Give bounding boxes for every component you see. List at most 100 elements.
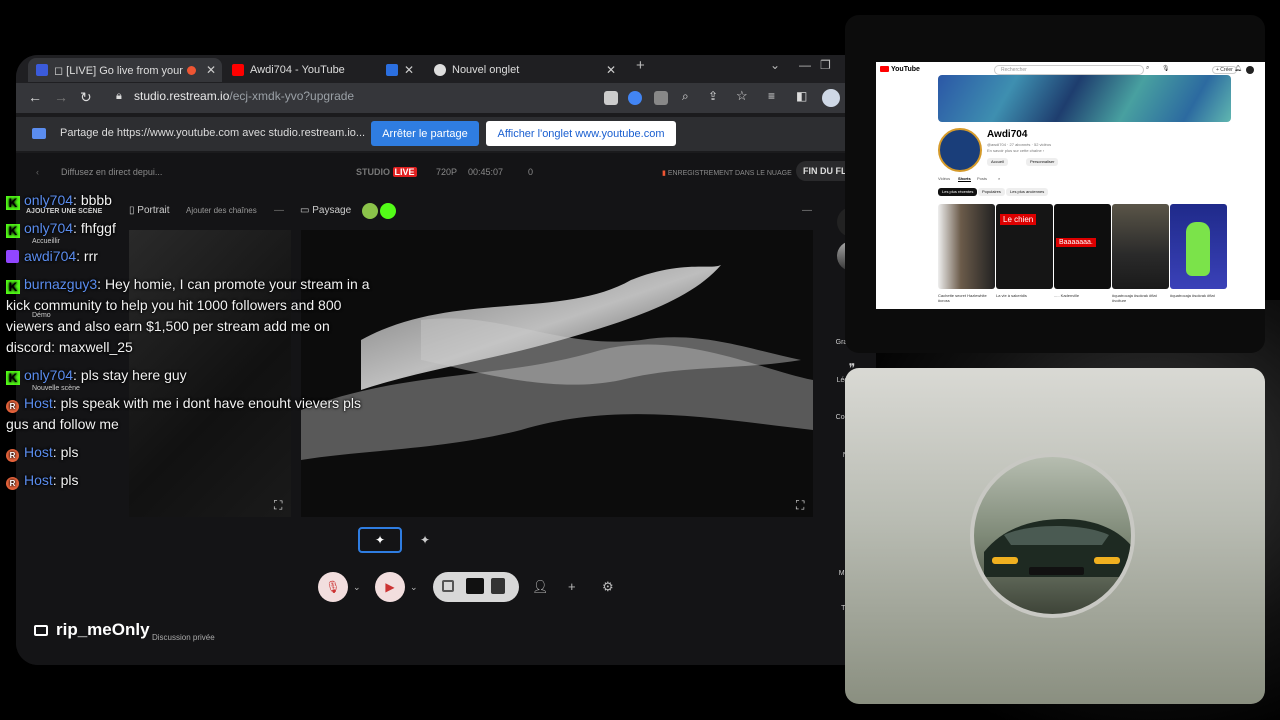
short-caption: #quatrocaja #sokrak #fiat (1170, 293, 1215, 298)
channel-tab-shorts[interactable]: Shorts (958, 176, 971, 182)
url-field[interactable]: studio.restream.io/ecj-xmdk-yvo?upgrade (134, 89, 354, 103)
chat-username: only704 (24, 367, 74, 383)
share-icon[interactable]: ⇪ (708, 89, 718, 103)
screen-share-icon[interactable] (442, 580, 454, 592)
new-tab-icon[interactable]: + (636, 57, 645, 74)
add-scene-icon[interactable]: ✦ (420, 533, 430, 547)
camera-icon[interactable] (604, 91, 618, 105)
chat-username: burnazguy3 (24, 276, 98, 292)
tab-youtube[interactable]: Awdi704 - YouTube ✕ (224, 58, 404, 82)
zoom-icon[interactable]: ⌕ (682, 89, 689, 104)
chip-popular[interactable]: Populaires (978, 188, 1005, 196)
chevron-down-icon[interactable]: ⌄ (410, 582, 418, 593)
camera-off-button[interactable]: ▶︎ (375, 572, 405, 602)
translate-icon[interactable] (654, 91, 668, 105)
alien-figure (1186, 222, 1210, 276)
screen-share-icon (386, 64, 398, 76)
minimize-icon[interactable]: — (799, 58, 811, 72)
youtube-capture-panel: YouTube Rechercher ⌕ 🎙︎ + Créer 🔔︎ Awdi7… (845, 15, 1265, 353)
youtube-icon (880, 66, 889, 72)
media-icon[interactable]: ≡ (768, 89, 775, 103)
short-thumbnail[interactable]: Le chien (996, 204, 1053, 289)
short-caption: ..... Kadenville (1054, 293, 1080, 298)
chat-username: Host (24, 395, 53, 411)
webcam-circle (970, 453, 1135, 618)
bookmark-star-icon[interactable]: ☆ (736, 88, 748, 104)
recording-label: ▮ ENREGISTREMENT DANS LE NUAGE (662, 169, 792, 177)
chevron-down-icon[interactable]: ⌄ (353, 582, 361, 593)
show-tab-button[interactable]: Afficher l'onglet www.youtube.com (486, 121, 676, 146)
tab-new-tab[interactable]: Nouvel onglet ✕ (426, 58, 622, 82)
reload-icon[interactable]: ↻ (80, 89, 92, 106)
fullscreen-icon[interactable]: ⛶ (274, 498, 282, 513)
kick-icon: K (6, 224, 20, 238)
recording-icon (187, 65, 196, 75)
tab-screen-share[interactable]: ✕ (378, 58, 420, 82)
studio-text: STUDIO (356, 167, 391, 177)
mic-muted-button[interactable]: 🎙︎ (318, 572, 348, 602)
short-thumbnail[interactable] (1112, 204, 1169, 289)
chat-text: : pls (52, 444, 79, 460)
channel-name: Awdi704 (987, 129, 1028, 140)
chat-username: only704 (24, 192, 74, 208)
kick-icon: K (6, 371, 20, 385)
video-file-icon[interactable] (466, 578, 484, 594)
close-icon[interactable]: ✕ (606, 63, 616, 77)
live-badge: LIVE (392, 167, 417, 177)
short-thumbnail[interactable] (1170, 204, 1227, 289)
google-icon[interactable] (628, 91, 642, 105)
close-icon[interactable]: ✕ (206, 63, 216, 77)
chip-oldest[interactable]: Les plus anciennes (1006, 188, 1049, 196)
scene-thumb-active[interactable]: ✦ (358, 527, 402, 553)
avatar[interactable] (822, 89, 840, 107)
short-thumbnail[interactable] (938, 204, 995, 289)
chat-text: : fhfggf (73, 220, 116, 236)
tab-restream[interactable]: ◻ [LIVE] Go live from your b ✕ (28, 58, 222, 82)
chevron-down-icon[interactable]: ⌄ (770, 58, 780, 72)
private-chat-label: rip_meOnly (34, 620, 150, 640)
plus-icon[interactable]: + (568, 579, 576, 594)
gear-icon[interactable]: ⚙ (602, 579, 614, 595)
close-icon[interactable]: ✕ (404, 63, 414, 77)
chat-message: Konly704: pls stay here guy (6, 365, 381, 386)
scene-item-new[interactable]: Nouvelle scène (32, 385, 80, 392)
chat-message: Konly704: fhfggf (6, 218, 381, 239)
chat-username: Host (24, 472, 53, 488)
media-icon[interactable] (491, 578, 505, 594)
chat-message: R Host: pls speak with me i dont have eno… (6, 393, 381, 435)
broadcast-title[interactable]: Diffusez en direct depui... (61, 167, 162, 177)
channel-tab-posts[interactable]: Posts (977, 176, 987, 181)
youtube-search-input[interactable]: Rechercher (994, 65, 1144, 75)
chat-message: R Host: pls (6, 442, 381, 463)
back-icon[interactable]: ‹ (36, 167, 39, 177)
mic-icon[interactable]: 🎙︎ (1162, 65, 1170, 72)
search-icon[interactable]: ⌕ (998, 176, 1000, 181)
scene-item-welcome[interactable]: Accueillir (32, 238, 60, 245)
manage-button[interactable]: Accueil (987, 158, 1008, 166)
restore-icon[interactable]: ❐ (820, 58, 831, 72)
chat-username: Host (24, 444, 53, 460)
short-thumbnail[interactable]: Baaaaaaa. (1054, 204, 1111, 289)
webcam-panel (845, 368, 1265, 704)
channel-icon[interactable] (380, 203, 396, 219)
channel-desc[interactable]: En savoir plus sur cette chaîne › (987, 148, 1044, 153)
channel-tab-videos[interactable]: Vidéos (938, 176, 950, 181)
add-guest-icon[interactable]: 👤︎ (532, 579, 549, 595)
customize-button[interactable]: Personnaliser (1026, 158, 1059, 166)
stop-sharing-button[interactable]: Arrêter le partage (371, 121, 479, 146)
restream-icon: R (6, 400, 19, 413)
side-panel-icon[interactable]: ◧ (796, 89, 807, 103)
chat-username: only704 (24, 220, 74, 236)
chip-latest[interactable]: Les plus récentes (938, 188, 978, 196)
search-icon[interactable]: ⌕ (1146, 65, 1149, 72)
dash-icon: — (802, 205, 812, 216)
tab-label: Awdi704 - YouTube (250, 64, 345, 76)
forward-icon[interactable]: → (54, 89, 68, 105)
youtube-logo[interactable]: YouTube (880, 66, 920, 73)
fullscreen-icon[interactable]: ⛶ (796, 498, 804, 513)
chat-text: : pls stay here guy (73, 367, 187, 383)
share-text: Partage de https://www.youtube.com avec … (60, 127, 366, 139)
back-icon[interactable]: ← (28, 89, 42, 105)
bell-icon[interactable]: 🔔︎ (1234, 65, 1242, 72)
avatar[interactable] (1246, 66, 1254, 74)
